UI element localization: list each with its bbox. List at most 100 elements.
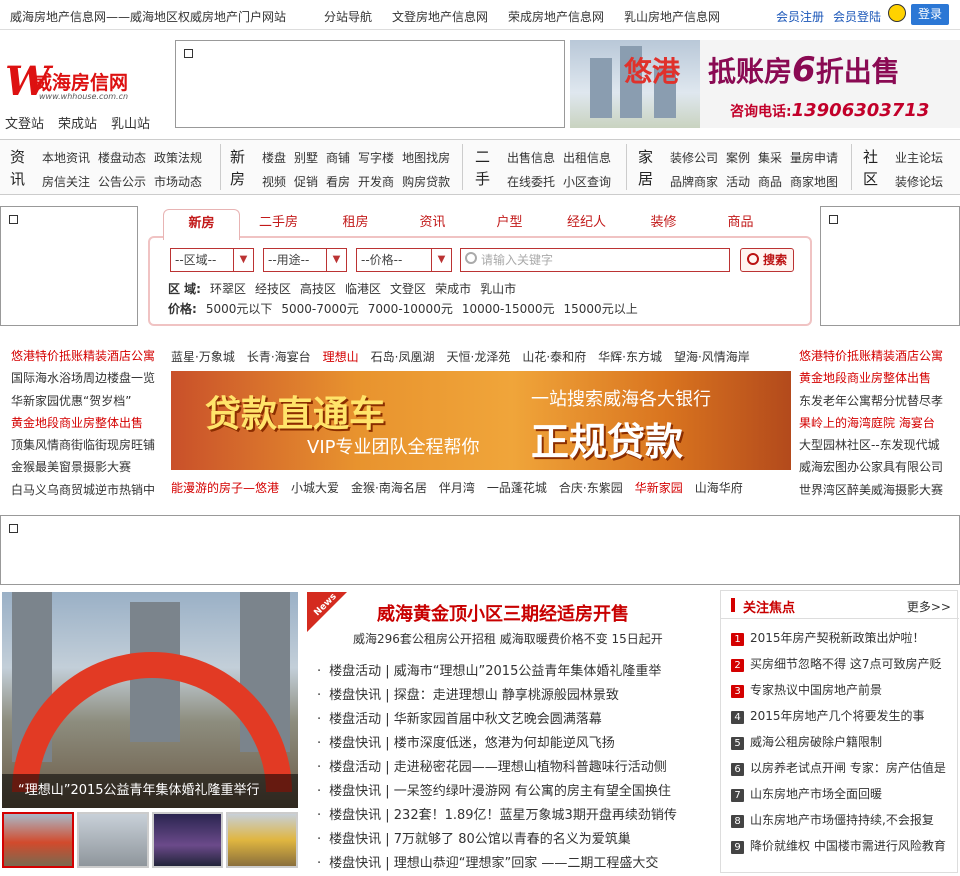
price-link[interactable]: 7000-10000元	[368, 300, 453, 317]
nav-item[interactable]: 商品	[758, 173, 782, 190]
nav-item[interactable]: 品牌商家	[670, 173, 718, 190]
nav-item[interactable]: 开发商	[358, 173, 394, 190]
site-logo[interactable]: W 威海房信网 www.whhouse.com.cn	[5, 62, 128, 102]
thumbnail[interactable]	[151, 812, 224, 868]
news-item[interactable]: 楼盘活动 | 威海市“理想山”2015公益青年集体婚礼隆重举	[317, 660, 707, 684]
nav-item[interactable]: 别墅	[294, 149, 318, 166]
district-link[interactable]: 经技区	[255, 280, 291, 297]
promo-link[interactable]: 黄金地段商业房整体出售	[799, 367, 959, 389]
nav-item[interactable]: 装修论坛	[895, 173, 943, 190]
news-subline[interactable]: 威海296套公租房公开招租 威海取暖费价格不变 15日起开	[353, 630, 663, 647]
district-link[interactable]: 环翠区	[210, 280, 246, 297]
station-wendeng[interactable]: 文登站	[5, 113, 44, 132]
nav-item[interactable]: 写字楼	[358, 149, 394, 166]
thumbnail[interactable]	[226, 812, 298, 868]
district-link[interactable]: 文登区	[390, 280, 426, 297]
nav-item[interactable]: 案例	[726, 149, 750, 166]
station-rongcheng[interactable]: 荣成站	[58, 113, 97, 132]
district-link[interactable]: 荣成市	[435, 280, 471, 297]
promo-link[interactable]: 一品蓬花城	[487, 479, 547, 496]
nav-item[interactable]: 在线委托	[507, 173, 555, 190]
top-link-wendeng[interactable]: 文登房地产信息网	[392, 8, 488, 25]
news-item[interactable]: 楼盘快讯 | 一呆签约绿叶漫游网 有公寓的房主有望全国换住	[317, 780, 707, 804]
photo-caption[interactable]: “理想山”2015公益青年集体婚礼隆重举行	[2, 774, 298, 808]
nav-item[interactable]: 视频	[262, 173, 286, 190]
promo-link[interactable]: 山海华府	[695, 479, 743, 496]
nav-item[interactable]: 看房	[326, 173, 350, 190]
price-link[interactable]: 5000元以下	[206, 300, 273, 317]
more-link[interactable]: 更多>>	[907, 598, 951, 615]
district-link[interactable]: 临港区	[345, 280, 381, 297]
nav-item[interactable]: 装修公司	[670, 149, 718, 166]
ad-slot-top[interactable]	[175, 40, 565, 128]
nav-item[interactable]: 市场动态	[154, 173, 202, 190]
promo-link[interactable]: 东发老年公寓帮分忧替尽孝	[799, 390, 959, 412]
news-item[interactable]: 楼盘快讯 | 7万就够了 80公馆以青春的名义为爱筑巢	[317, 828, 707, 852]
promo-link[interactable]: 世界湾区醉美威海摄影大赛	[799, 479, 959, 501]
focus-item[interactable]: 9 降价就维权 中国楼市需进行风险教育	[731, 835, 957, 861]
nav-item[interactable]: 小区查询	[563, 173, 611, 190]
focus-item[interactable]: 2 买房细节忽略不得 这7点可致房产贬	[731, 653, 957, 679]
price-select[interactable]: --价格-- ▼	[356, 248, 452, 272]
nav-item[interactable]: 业主论坛	[895, 149, 943, 166]
loan-banner[interactable]: 贷款直通车 VIP专业团队全程帮你 一站搜索威海各大银行 正规贷款	[171, 371, 791, 470]
promo-link[interactable]: 山花·泰和府	[522, 348, 586, 365]
promo-link[interactable]: 合庆·东紫园	[559, 479, 623, 496]
promo-link[interactable]: 望海·风情海岸	[674, 348, 750, 365]
price-link[interactable]: 5000-7000元	[281, 300, 358, 317]
register-link[interactable]: 会员注册	[776, 8, 824, 25]
promo-link[interactable]: 华新家园优惠“贺岁档”	[11, 390, 171, 412]
keyword-input[interactable]: 请输入关键字	[460, 248, 730, 272]
promo-link[interactable]: 华辉·东方城	[598, 348, 662, 365]
focus-item[interactable]: 3 专家热议中国房地产前景	[731, 679, 957, 705]
top-link-rongcheng[interactable]: 荣成房地产信息网	[508, 8, 604, 25]
nav-item[interactable]: 政策法规	[154, 149, 202, 166]
promo-link[interactable]: 小城大爱	[291, 479, 339, 496]
nav-item[interactable]: 购房贷款	[402, 173, 450, 190]
district-select[interactable]: --区域-- ▼	[170, 248, 254, 272]
news-item[interactable]: 楼盘活动 | 华新家园首届中秋文艺晚会圆满落幕	[317, 708, 707, 732]
news-item[interactable]: 楼盘快讯 | 理想山恭迎“理想家”回家 ——二期工程盛大交	[317, 852, 707, 876]
nav-item[interactable]: 出售信息	[507, 149, 555, 166]
news-item[interactable]: 楼盘快讯 | 楼市深度低迷，悠港为何却能逆风飞扬	[317, 732, 707, 756]
focus-item[interactable]: 8 山东房地产市场僵持持续,不会报复	[731, 809, 957, 835]
promo-link[interactable]: 长青·海宴台	[247, 348, 311, 365]
nav-item[interactable]: 出租信息	[563, 149, 611, 166]
promo-link[interactable]: 蓝星·万象城	[171, 348, 235, 365]
promo-link[interactable]: 国际海水浴场周边楼盘一览	[11, 367, 171, 389]
thumbnail[interactable]	[76, 812, 149, 868]
promo-link[interactable]: 华新家园	[635, 479, 683, 496]
district-link[interactable]: 高技区	[300, 280, 336, 297]
ad-slot-left[interactable]	[0, 206, 138, 326]
news-item[interactable]: 楼盘快讯 | 232套！1.89亿！蓝星万象城3期开盘再续劲销传	[317, 804, 707, 828]
nav-item[interactable]: 楼盘	[262, 149, 286, 166]
member-login-link[interactable]: 会员登陆	[833, 8, 881, 25]
focus-item[interactable]: 7 山东房地产市场全面回暖	[731, 783, 957, 809]
nav-item[interactable]: 地图找房	[402, 149, 450, 166]
district-link[interactable]: 乳山市	[480, 280, 516, 297]
nav-item[interactable]: 房信关注	[42, 173, 90, 190]
focus-item[interactable]: 4 2015年房地产几个将要发生的事	[731, 705, 957, 731]
usage-select[interactable]: --用途-- ▼	[263, 248, 347, 272]
news-headline[interactable]: 威海黄金顶小区三期经适房开售	[377, 600, 629, 626]
photo-slideshow[interactable]: “理想山”2015公益青年集体婚礼隆重举行	[2, 592, 298, 808]
qq-icon[interactable]	[888, 4, 906, 22]
promo-link[interactable]: 金猴·南海名居	[351, 479, 427, 496]
nav-item[interactable]: 公告公示	[98, 173, 146, 190]
news-item[interactable]: 楼盘快讯 | 探盘：走进理想山 静享桃源般园林景致	[317, 684, 707, 708]
promo-link[interactable]: 白马义乌商贸城逆市热销中	[11, 479, 171, 501]
focus-item[interactable]: 1 2015年房产契税新政策出炉啦！	[731, 627, 957, 653]
nav-item[interactable]: 促销	[294, 173, 318, 190]
nav-item[interactable]: 商铺	[326, 149, 350, 166]
top-link-substation-nav[interactable]: 分站导航	[324, 8, 372, 25]
nav-item[interactable]: 商家地图	[790, 173, 838, 190]
promo-link[interactable]: 顶集风情商街临街现房旺铺	[11, 434, 171, 456]
ad-slot-right[interactable]	[820, 206, 960, 326]
promo-link[interactable]: 大型园林社区--东发现代城	[799, 434, 959, 456]
banner-yougang[interactable]: 悠港 抵账房6折出售 咨询电话:13906303713	[570, 40, 960, 128]
focus-item[interactable]: 5 威海公租房破除户籍限制	[731, 731, 957, 757]
price-link[interactable]: 15000元以上	[564, 300, 638, 317]
login-button[interactable]: 登录	[911, 4, 949, 25]
tab-newhouse[interactable]: 新房	[163, 209, 240, 240]
top-link-rushan[interactable]: 乳山房地产信息网	[624, 8, 720, 25]
